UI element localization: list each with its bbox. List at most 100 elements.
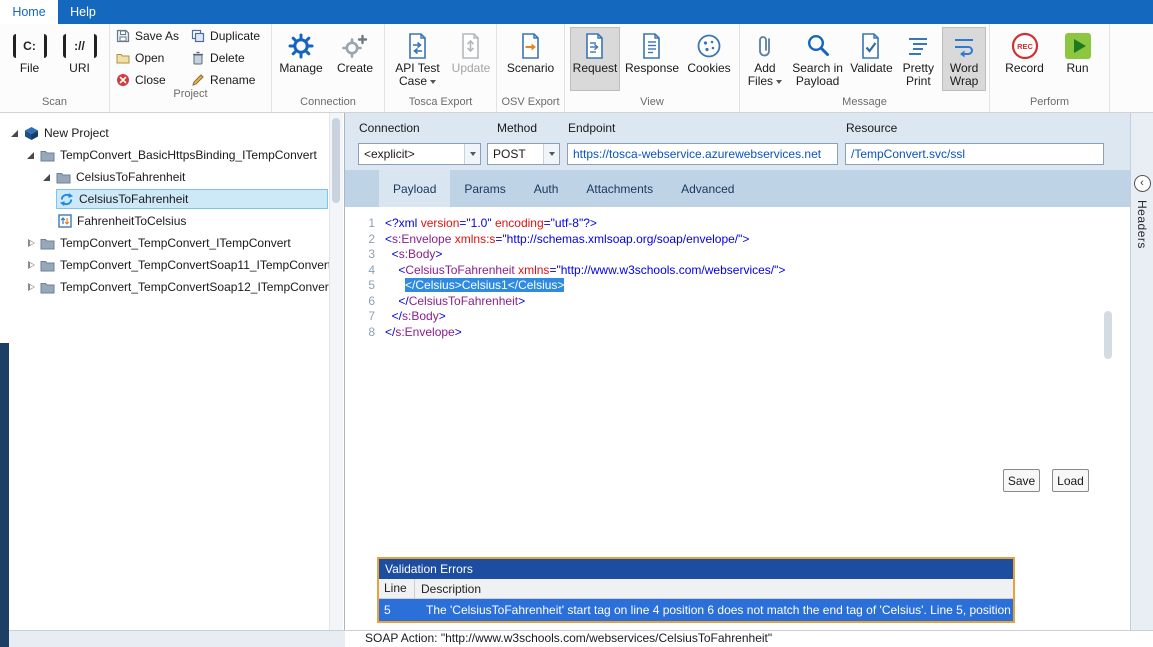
delete-button[interactable]: Delete — [191, 50, 260, 65]
code-line[interactable]: 5 </Celsius>Celsius1</Celsius> — [345, 278, 1130, 294]
statusbar-left — [0, 630, 345, 647]
run-label: Run — [1066, 62, 1088, 75]
create-connection-button[interactable]: Create — [330, 27, 380, 91]
connection-select[interactable]: <explicit> — [358, 143, 481, 165]
code-line[interactable]: 8</s:Envelope> — [345, 325, 1130, 341]
add-files-button[interactable]: Add Files — [743, 27, 787, 91]
open-folder-icon — [116, 51, 130, 65]
tree-item-new-project[interactable]: New Project — [0, 122, 344, 144]
run-button[interactable]: Run — [1057, 27, 1099, 91]
word-wrap-button[interactable]: Word Wrap — [942, 27, 986, 91]
expander-icon[interactable] — [40, 170, 54, 184]
scenario-button[interactable]: Scenario — [503, 27, 559, 91]
tab-advanced[interactable]: Advanced — [667, 170, 748, 207]
record-button[interactable]: REC Record — [1001, 27, 1049, 91]
close-icon — [116, 73, 130, 87]
view-response-label: Response — [625, 62, 679, 75]
scan-file-button[interactable]: C: File — [8, 27, 52, 91]
open-button[interactable]: Open — [116, 50, 179, 65]
code-line[interactable]: 2<s:Envelope xmlns:s="http://schemas.xml… — [345, 232, 1130, 248]
payload-tab-strip: Payload Params Auth Attachments Advanced — [345, 170, 1130, 207]
duplicate-button[interactable]: Duplicate — [191, 28, 260, 43]
tree-scrollbar[interactable] — [329, 113, 343, 630]
expander-icon[interactable] — [24, 236, 38, 250]
manage-label: Manage — [279, 62, 322, 75]
method-label: Method — [497, 121, 537, 135]
code-line[interactable]: 4 <CelsiusToFahrenheit xmlns="http://www… — [345, 263, 1130, 279]
manage-connection-button[interactable]: Manage — [276, 27, 326, 91]
tab-attachments[interactable]: Attachments — [572, 170, 667, 207]
view-request-button[interactable]: Request — [570, 27, 620, 91]
code-line[interactable]: 6 </CelsiusToFahrenheit> — [345, 294, 1130, 310]
search-in-payload-button[interactable]: Search in Payload — [789, 27, 847, 91]
tree-scrollbar-thumb[interactable] — [332, 118, 340, 203]
tab-home[interactable]: Home — [0, 0, 58, 24]
method-select[interactable]: POST — [487, 143, 560, 165]
tree-item-binding-tempconvert[interactable]: TempConvert_TempConvert_ITempConvert — [0, 232, 344, 254]
rename-button[interactable]: Rename — [191, 72, 260, 87]
tab-params[interactable]: Params — [450, 170, 519, 207]
pencil-icon — [191, 73, 205, 87]
save-as-icon — [116, 29, 130, 43]
tree-item-label: TempConvert_TempConvertSoap11_ITempConve… — [60, 258, 331, 272]
load-button[interactable]: Load — [1052, 469, 1089, 492]
tree-item-fahrenheittocelsius[interactable]: FahrenheitToCelsius — [0, 210, 344, 232]
connection-select-value: <explicit> — [359, 147, 464, 161]
save-as-label: Save As — [135, 29, 179, 43]
tree-item-celsiustofahrenheit-request[interactable]: CelsiusToFahrenheit — [0, 188, 344, 210]
column-header-line[interactable]: Line — [379, 579, 415, 598]
expander-icon[interactable] — [24, 148, 38, 162]
endpoint-input[interactable]: https://tosca-webservice.azurewebservice… — [567, 143, 838, 165]
tab-help[interactable]: Help — [58, 0, 108, 24]
code-line[interactable]: 3 <s:Body> — [345, 247, 1130, 263]
api-test-case-button[interactable]: API Test Case — [388, 27, 447, 91]
code-text: </s:Envelope> — [385, 325, 462, 341]
folder-icon — [40, 281, 55, 294]
tree-item-binding-basichttps[interactable]: TempConvert_BasicHttpsBinding_ITempConve… — [0, 144, 344, 166]
code-text: <s:Body> — [385, 247, 442, 263]
column-header-description[interactable]: Description — [415, 582, 1013, 596]
pretty-print-button[interactable]: Pretty Print — [896, 27, 940, 91]
view-cookies-button[interactable]: Cookies — [684, 27, 734, 91]
code-line[interactable]: 1<?xml version="1.0" encoding="utf-8"?> — [345, 216, 1130, 232]
tab-auth[interactable]: Auth — [520, 170, 573, 207]
error-description: The 'CelsiusToFahrenheit' start tag on l… — [420, 603, 1013, 617]
sync-arrows-icon — [59, 192, 74, 207]
view-response-button[interactable]: Response — [624, 27, 680, 91]
tree-item-label: CelsiusToFahrenheit — [79, 192, 188, 206]
save-as-button[interactable]: Save As — [116, 28, 179, 43]
expander-icon[interactable] — [8, 126, 22, 140]
scan-uri-button[interactable]: :// URI — [58, 27, 102, 91]
soap-action-text: SOAP Action: "http://www.w3schools.com/w… — [365, 631, 772, 645]
save-button[interactable]: Save — [1003, 469, 1040, 492]
expander-icon[interactable] — [24, 280, 38, 294]
editor-scrollbar[interactable] — [1104, 311, 1112, 359]
dropdown-caret-icon — [776, 80, 782, 84]
api-test-case-label: API Test Case — [395, 61, 439, 88]
ribbon-group-view: Request Response Cookies View — [565, 24, 740, 112]
validate-button[interactable]: Validate — [848, 27, 894, 91]
validation-errors-panel: Validation Errors Line Description 5 The… — [377, 557, 1015, 623]
chevron-down-icon — [543, 144, 559, 164]
expander-icon[interactable] — [24, 258, 38, 272]
tree-item-binding-soap12[interactable]: TempConvert_TempConvertSoap12_ITempConve… — [0, 276, 344, 298]
expand-headers-button[interactable] — [1134, 175, 1151, 192]
validation-error-row[interactable]: 5 The 'CelsiusToFahrenheit' start tag on… — [379, 599, 1013, 621]
resource-input[interactable]: /TempConvert.svc/ssl — [845, 143, 1104, 165]
tree-item-celsiustofahrenheit-folder[interactable]: CelsiusToFahrenheit — [0, 166, 344, 188]
code-line[interactable]: 7 </s:Body> — [345, 309, 1130, 325]
ribbon-group-connection: Manage Create Connection — [272, 24, 385, 112]
code-text: <?xml version="1.0" encoding="utf-8"?> — [385, 216, 597, 232]
ribbon-group-scan: C: File :// URI Scan — [0, 24, 110, 112]
collapsed-left-rail[interactable] — [0, 343, 9, 647]
close-button[interactable]: Close — [116, 72, 179, 87]
tree-item-binding-soap11[interactable]: TempConvert_TempConvertSoap11_ITempConve… — [0, 254, 344, 276]
payload-editor-lines: 1<?xml version="1.0" encoding="utf-8"?>2… — [345, 216, 1130, 340]
search-in-payload-label: Search in Payload — [792, 62, 844, 88]
tab-payload[interactable]: Payload — [379, 170, 450, 207]
update-button[interactable]: Update — [449, 27, 493, 91]
resource-label: Resource — [846, 121, 897, 135]
trash-icon — [191, 51, 205, 65]
line-number: 8 — [345, 325, 385, 341]
headers-panel-label[interactable]: Headers — [1135, 200, 1149, 249]
